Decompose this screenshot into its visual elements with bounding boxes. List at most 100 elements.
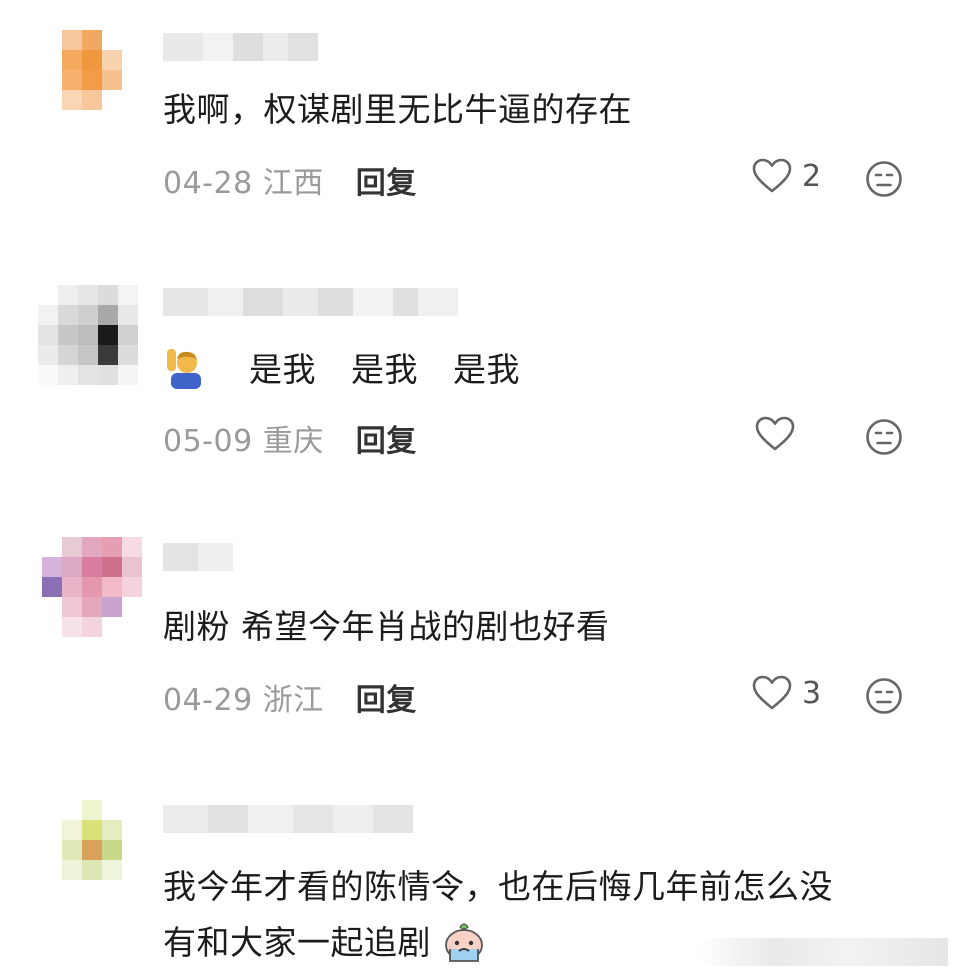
avatar-pixel bbox=[78, 345, 98, 365]
avatar-pixel bbox=[82, 577, 102, 597]
avatar-pixel bbox=[102, 90, 122, 110]
avatar-pixel bbox=[102, 70, 122, 90]
reply-button[interactable]: 回复 bbox=[356, 424, 417, 459]
avatar-pixel bbox=[58, 365, 78, 385]
comment-meta: 04-29 浙江 回复 bbox=[163, 675, 417, 719]
avatar-pixel bbox=[58, 345, 78, 365]
avatar-pixel bbox=[122, 597, 142, 617]
avatar-pixel bbox=[122, 820, 142, 840]
avatar-pixel bbox=[82, 537, 102, 557]
reply-button[interactable]: 回复 bbox=[356, 166, 417, 201]
comment-text-part: 是我 bbox=[351, 350, 418, 389]
avatar-pixel bbox=[42, 90, 62, 110]
avatar-pixel bbox=[98, 285, 118, 305]
comment-meta: 05-09 重庆 回复 bbox=[163, 416, 417, 460]
avatar-pixel bbox=[42, 820, 62, 840]
comment-text-part: 是我 bbox=[453, 350, 520, 389]
avatar-pixel bbox=[82, 820, 102, 840]
watermark-blurred bbox=[698, 938, 948, 966]
avatar-pixel bbox=[122, 537, 142, 557]
avatar-pixel bbox=[42, 70, 62, 90]
avatar-pixel bbox=[38, 285, 58, 305]
username-blurred[interactable] bbox=[163, 33, 318, 61]
avatar-pixel bbox=[102, 880, 122, 900]
comment-item: 剧粉 希望今年肖战的剧也好看 04-29 浙江 回复 3 bbox=[0, 515, 960, 785]
comment-location: 江西 bbox=[262, 166, 324, 201]
avatar-pixel bbox=[82, 30, 102, 50]
avatar-pixel bbox=[98, 325, 118, 345]
avatar-pixel bbox=[62, 880, 82, 900]
avatar[interactable] bbox=[38, 285, 138, 385]
avatar-pixel bbox=[38, 365, 58, 385]
avatar-pixel bbox=[98, 305, 118, 325]
avatar-pixel bbox=[122, 50, 142, 70]
avatar-pixel bbox=[42, 557, 62, 577]
avatar-pixel bbox=[82, 617, 102, 637]
avatar-pixel bbox=[42, 880, 62, 900]
avatar-pixel bbox=[98, 345, 118, 365]
heart-icon bbox=[752, 158, 792, 193]
avatar[interactable] bbox=[42, 537, 142, 637]
avatar-pixel bbox=[78, 305, 98, 325]
avatar-pixel bbox=[42, 860, 62, 880]
avatar-pixel bbox=[122, 577, 142, 597]
avatar-pixel bbox=[102, 110, 122, 130]
avatar-pixel bbox=[82, 90, 102, 110]
dislike-face-icon[interactable] bbox=[865, 418, 903, 456]
avatar-pixel bbox=[42, 50, 62, 70]
dislike-face-icon[interactable] bbox=[865, 677, 903, 715]
avatar-pixel bbox=[42, 537, 62, 557]
avatar-pixel bbox=[82, 880, 102, 900]
avatar-pixel bbox=[62, 70, 82, 90]
comment-item: 我啊，权谋剧里无比牛逼的存在 04-28 江西 回复 2 bbox=[0, 0, 960, 260]
avatar-pixel bbox=[122, 557, 142, 577]
avatar[interactable] bbox=[42, 800, 142, 900]
avatar-pixel bbox=[118, 305, 138, 325]
avatar-pixel bbox=[98, 365, 118, 385]
avatar[interactable] bbox=[42, 30, 142, 130]
dislike-face-icon[interactable] bbox=[865, 160, 903, 198]
avatar-pixel bbox=[82, 110, 102, 130]
comment-location: 重庆 bbox=[262, 424, 324, 459]
comment-text: 剧粉 希望今年肖战的剧也好看 bbox=[163, 607, 610, 646]
avatar-pixel bbox=[62, 537, 82, 557]
avatar-pixel bbox=[58, 285, 78, 305]
avatar-pixel bbox=[78, 365, 98, 385]
avatar-pixel bbox=[82, 50, 102, 70]
avatar-pixel bbox=[38, 345, 58, 365]
username-blurred[interactable] bbox=[163, 543, 233, 571]
avatar-pixel bbox=[42, 577, 62, 597]
avatar-pixel bbox=[82, 70, 102, 90]
avatar-pixel bbox=[42, 800, 62, 820]
like-button[interactable]: 2 bbox=[752, 158, 821, 194]
like-button[interactable] bbox=[755, 416, 805, 452]
avatar-pixel bbox=[82, 597, 102, 617]
avatar-pixel bbox=[62, 30, 82, 50]
avatar-pixel bbox=[62, 577, 82, 597]
avatar-pixel bbox=[82, 840, 102, 860]
avatar-pixel bbox=[102, 617, 122, 637]
avatar-pixel bbox=[62, 597, 82, 617]
avatar-pixel bbox=[78, 325, 98, 345]
avatar-pixel bbox=[38, 325, 58, 345]
avatar-pixel bbox=[62, 800, 82, 820]
reply-button[interactable]: 回复 bbox=[356, 683, 417, 718]
like-button[interactable]: 3 bbox=[752, 675, 821, 711]
username-blurred[interactable] bbox=[163, 805, 413, 833]
heart-icon bbox=[752, 675, 792, 710]
username-blurred[interactable] bbox=[163, 288, 458, 316]
avatar-pixel bbox=[118, 285, 138, 305]
avatar-pixel bbox=[122, 70, 142, 90]
avatar-pixel bbox=[58, 325, 78, 345]
avatar-pixel bbox=[102, 30, 122, 50]
avatar-pixel bbox=[62, 820, 82, 840]
avatar-pixel bbox=[62, 557, 82, 577]
avatar-pixel bbox=[82, 860, 102, 880]
avatar-pixel bbox=[62, 90, 82, 110]
crying-blob-emoji bbox=[445, 922, 483, 962]
like-count: 3 bbox=[802, 675, 822, 711]
avatar-pixel bbox=[58, 305, 78, 325]
avatar-pixel bbox=[102, 597, 122, 617]
avatar-pixel bbox=[102, 577, 122, 597]
avatar-pixel bbox=[82, 800, 102, 820]
